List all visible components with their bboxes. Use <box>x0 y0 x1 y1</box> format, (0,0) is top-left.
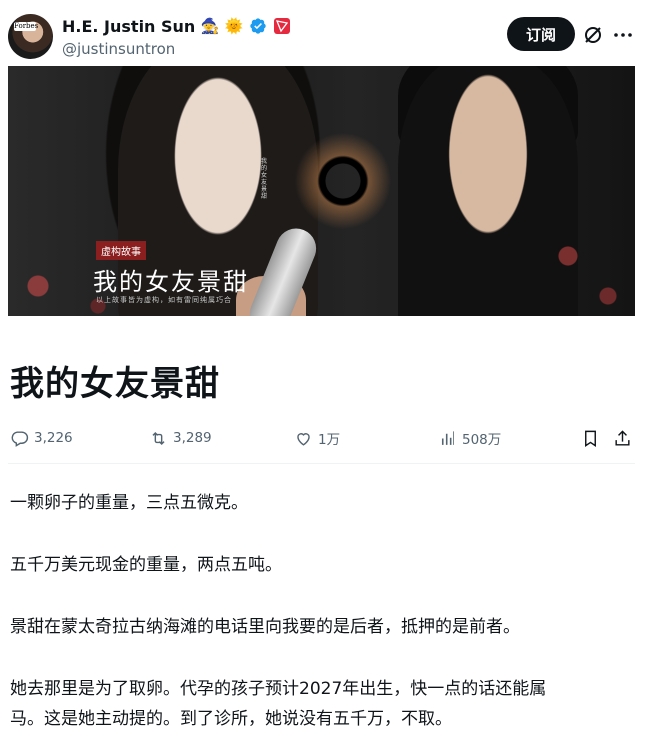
paragraph-3: 景甜在蒙太奇拉古纳海滩的电话里向我要的是后者，抵押的是前者。 <box>10 617 520 637</box>
like-count: 1万 <box>318 432 341 448</box>
bookmark-icon <box>585 430 596 447</box>
subscribe-button[interactable]: 订阅 <box>507 17 575 51</box>
sun-emoji-icon: 🌞 <box>224 17 244 35</box>
author-avatar[interactable]: Forbes <box>8 14 53 59</box>
paragraph-4-line-2: 马。这是她主动提的。到了诊所，她说没有五千万，不取。 <box>10 709 452 729</box>
avatar-label: Forbes <box>14 22 39 31</box>
cover-subtitle: 以上故事皆为虚构，如有雷同纯属巧合 <box>96 296 232 304</box>
reply-count: 3,226 <box>34 430 73 446</box>
repost-icon <box>152 431 165 445</box>
author-handle[interactable]: @justinsuntron <box>62 40 175 58</box>
heart-icon <box>297 432 310 446</box>
reply-icon <box>11 430 29 447</box>
verified-icon[interactable] <box>248 17 267 36</box>
paragraph-2: 五千万美元现金的重量，两点五吨。 <box>10 555 282 575</box>
grok-icon[interactable] <box>582 24 604 46</box>
cover-vertical-text: 我的女友景甜 <box>261 158 268 200</box>
action-bar: 3,226 3,289 1万 508万 <box>8 425 635 451</box>
post-header: Forbes H.E. Justin Sun 🧙 🌞 @justinsuntro… <box>0 0 645 66</box>
cover-image[interactable]: 我的女友景甜 虚构故事 我的女友景甜 以上故事皆为虚构，如有雷同纯属巧合 <box>8 66 635 316</box>
tron-logo-icon <box>272 17 291 36</box>
share-icon <box>615 429 630 446</box>
divider <box>8 463 635 464</box>
like-button[interactable]: 1万 <box>294 425 340 451</box>
repost-button[interactable]: 3,289 <box>149 425 212 451</box>
article-title: 我的女友景甜 <box>10 364 220 404</box>
share-button[interactable] <box>613 425 632 451</box>
paragraph-1: 一颗卵子的重量，三点五微克。 <box>10 493 248 513</box>
views-icon <box>441 430 454 445</box>
paragraph-4-line-1: 她去那里是为了取卵。代孕的孩子预计2027年出生，快一点的话还能属 <box>10 679 547 699</box>
cover-title: 我的女友景甜 <box>93 268 249 296</box>
bookmark-button[interactable] <box>581 425 600 451</box>
repost-count: 3,289 <box>173 430 212 446</box>
author-name[interactable]: H.E. Justin Sun <box>62 17 195 36</box>
cover-tag: 虚构故事 <box>96 241 146 260</box>
more-icon[interactable] <box>612 24 634 46</box>
mage-emoji-icon: 🧙 <box>200 17 220 35</box>
views-count: 508万 <box>462 432 502 448</box>
cover-eclipse <box>288 126 398 236</box>
author-name-row: H.E. Justin Sun 🧙 🌞 <box>62 15 291 37</box>
reply-button[interactable]: 3,226 <box>10 425 73 451</box>
views-button[interactable]: 508万 <box>438 425 501 451</box>
